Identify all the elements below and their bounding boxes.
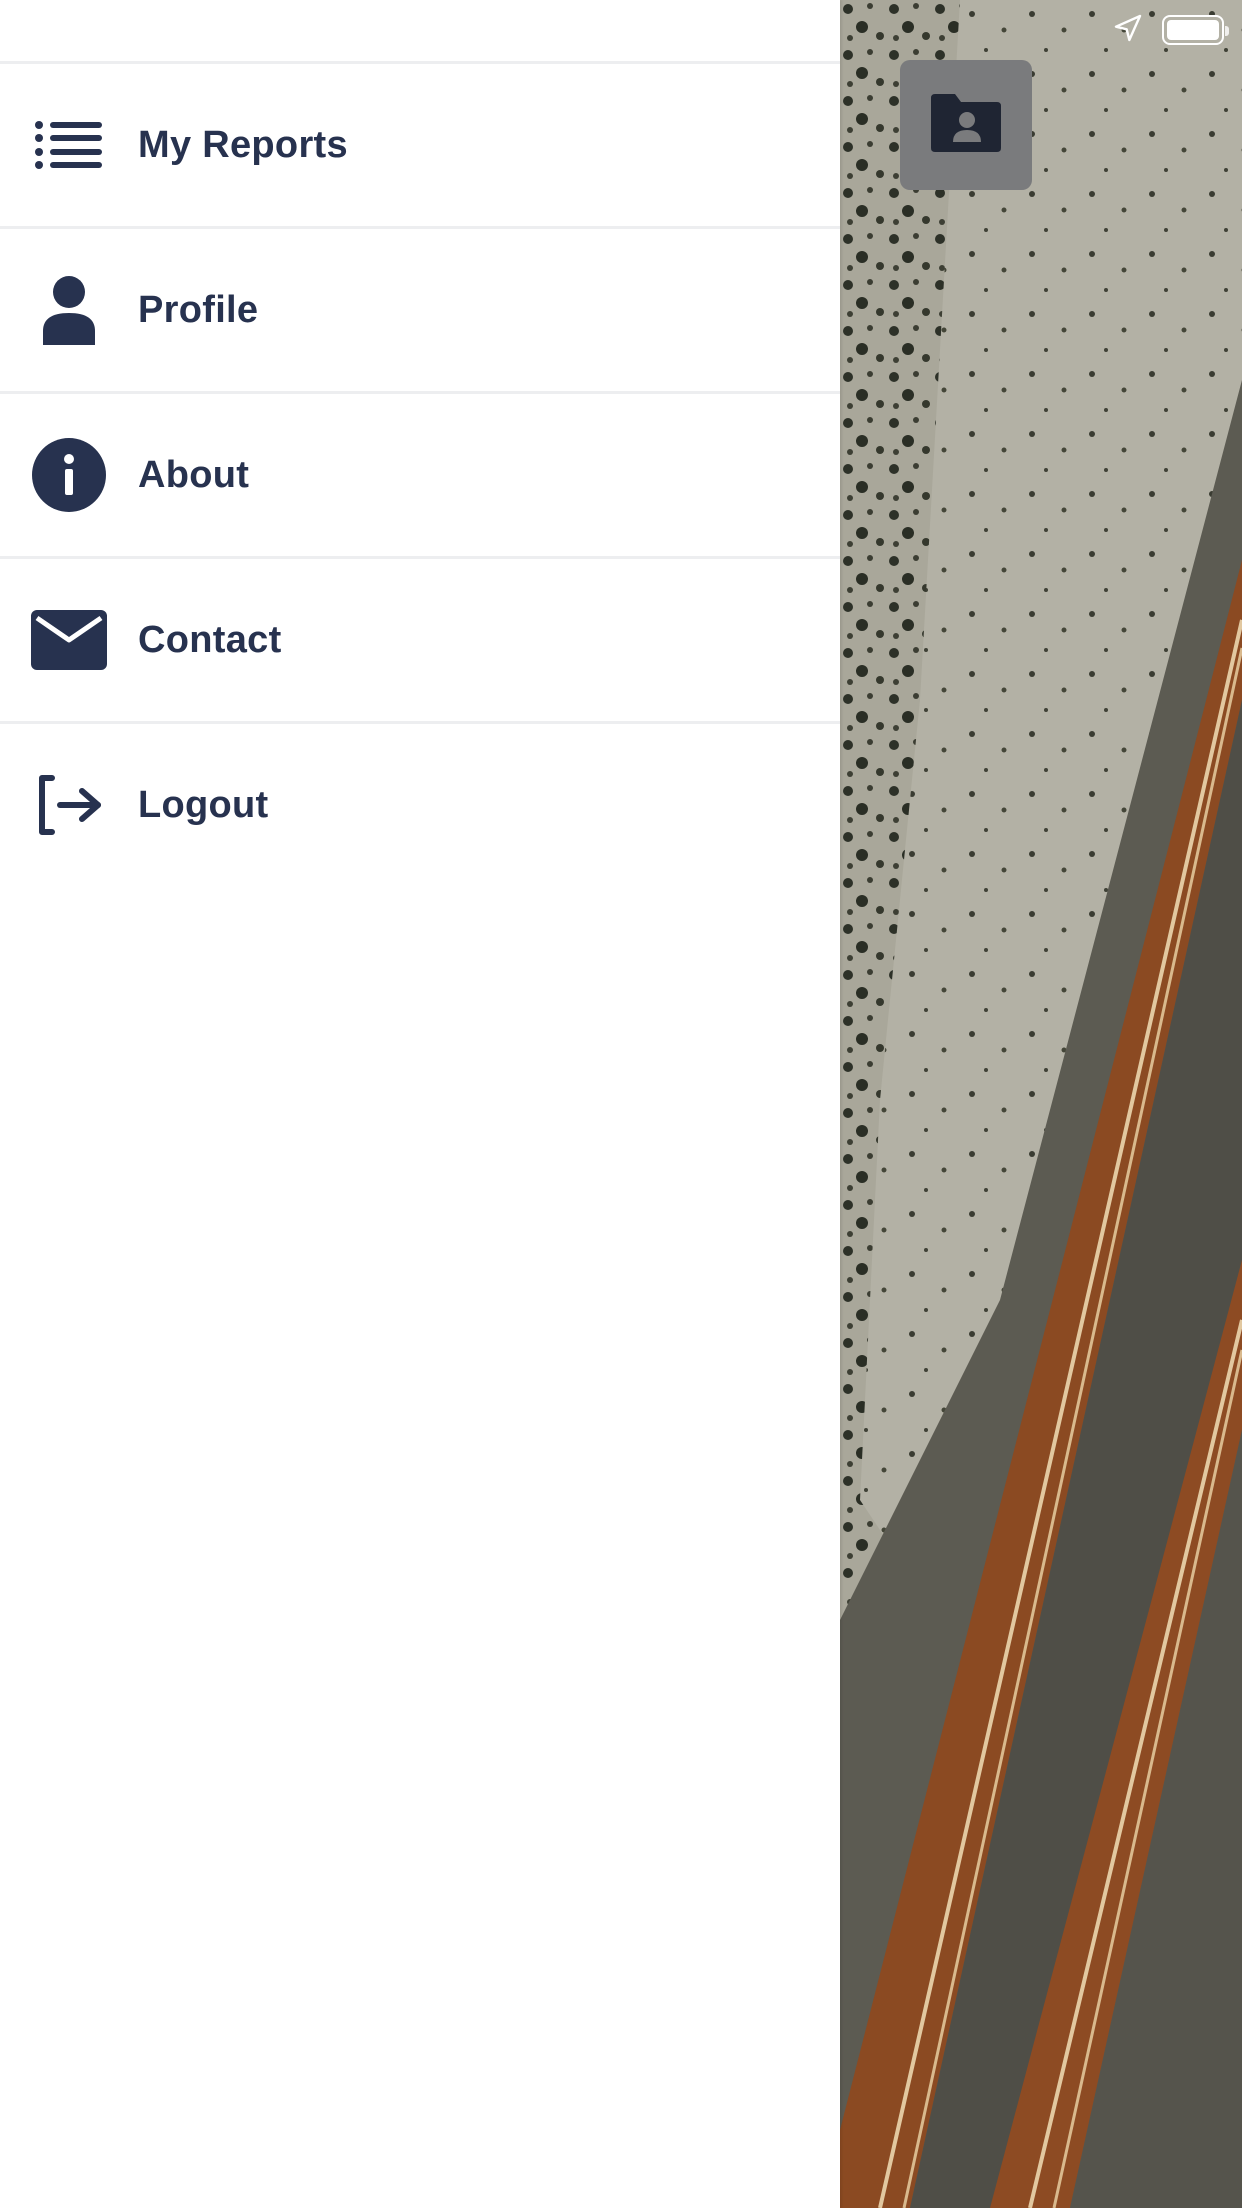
list-icon bbox=[31, 107, 107, 183]
status-bar bbox=[1112, 12, 1229, 49]
drawer-menu: My Reports Profile About Contact Logout bbox=[0, 64, 840, 886]
menu-item-label: Logout bbox=[138, 783, 269, 826]
satellite-map[interactable] bbox=[840, 0, 1242, 2208]
folder-user-icon bbox=[927, 92, 1005, 159]
drawer-header bbox=[0, 0, 840, 64]
menu-item-label: About bbox=[138, 453, 250, 496]
location-arrow-icon bbox=[1112, 12, 1144, 49]
battery-icon bbox=[1162, 15, 1229, 45]
menu-item-about[interactable]: About bbox=[0, 394, 840, 559]
menu-item-profile[interactable]: Profile bbox=[0, 229, 840, 394]
info-icon bbox=[31, 437, 107, 513]
menu-item-logout[interactable]: Logout bbox=[0, 724, 840, 886]
side-drawer: My Reports Profile About Contact Logout bbox=[0, 0, 840, 2208]
menu-item-label: Contact bbox=[138, 618, 282, 661]
menu-item-contact[interactable]: Contact bbox=[0, 559, 840, 724]
logout-icon bbox=[31, 767, 107, 843]
app-screen: My Reports Profile About Contact Logout bbox=[0, 0, 1242, 2208]
map-folder-button[interactable] bbox=[900, 60, 1032, 190]
menu-item-label: Profile bbox=[138, 288, 259, 331]
user-icon bbox=[31, 272, 107, 348]
battery-level bbox=[1167, 20, 1219, 40]
menu-item-label: My Reports bbox=[138, 123, 348, 166]
map-imagery bbox=[840, 0, 1242, 2208]
menu-item-my-reports[interactable]: My Reports bbox=[0, 64, 840, 229]
envelope-icon bbox=[31, 602, 107, 678]
